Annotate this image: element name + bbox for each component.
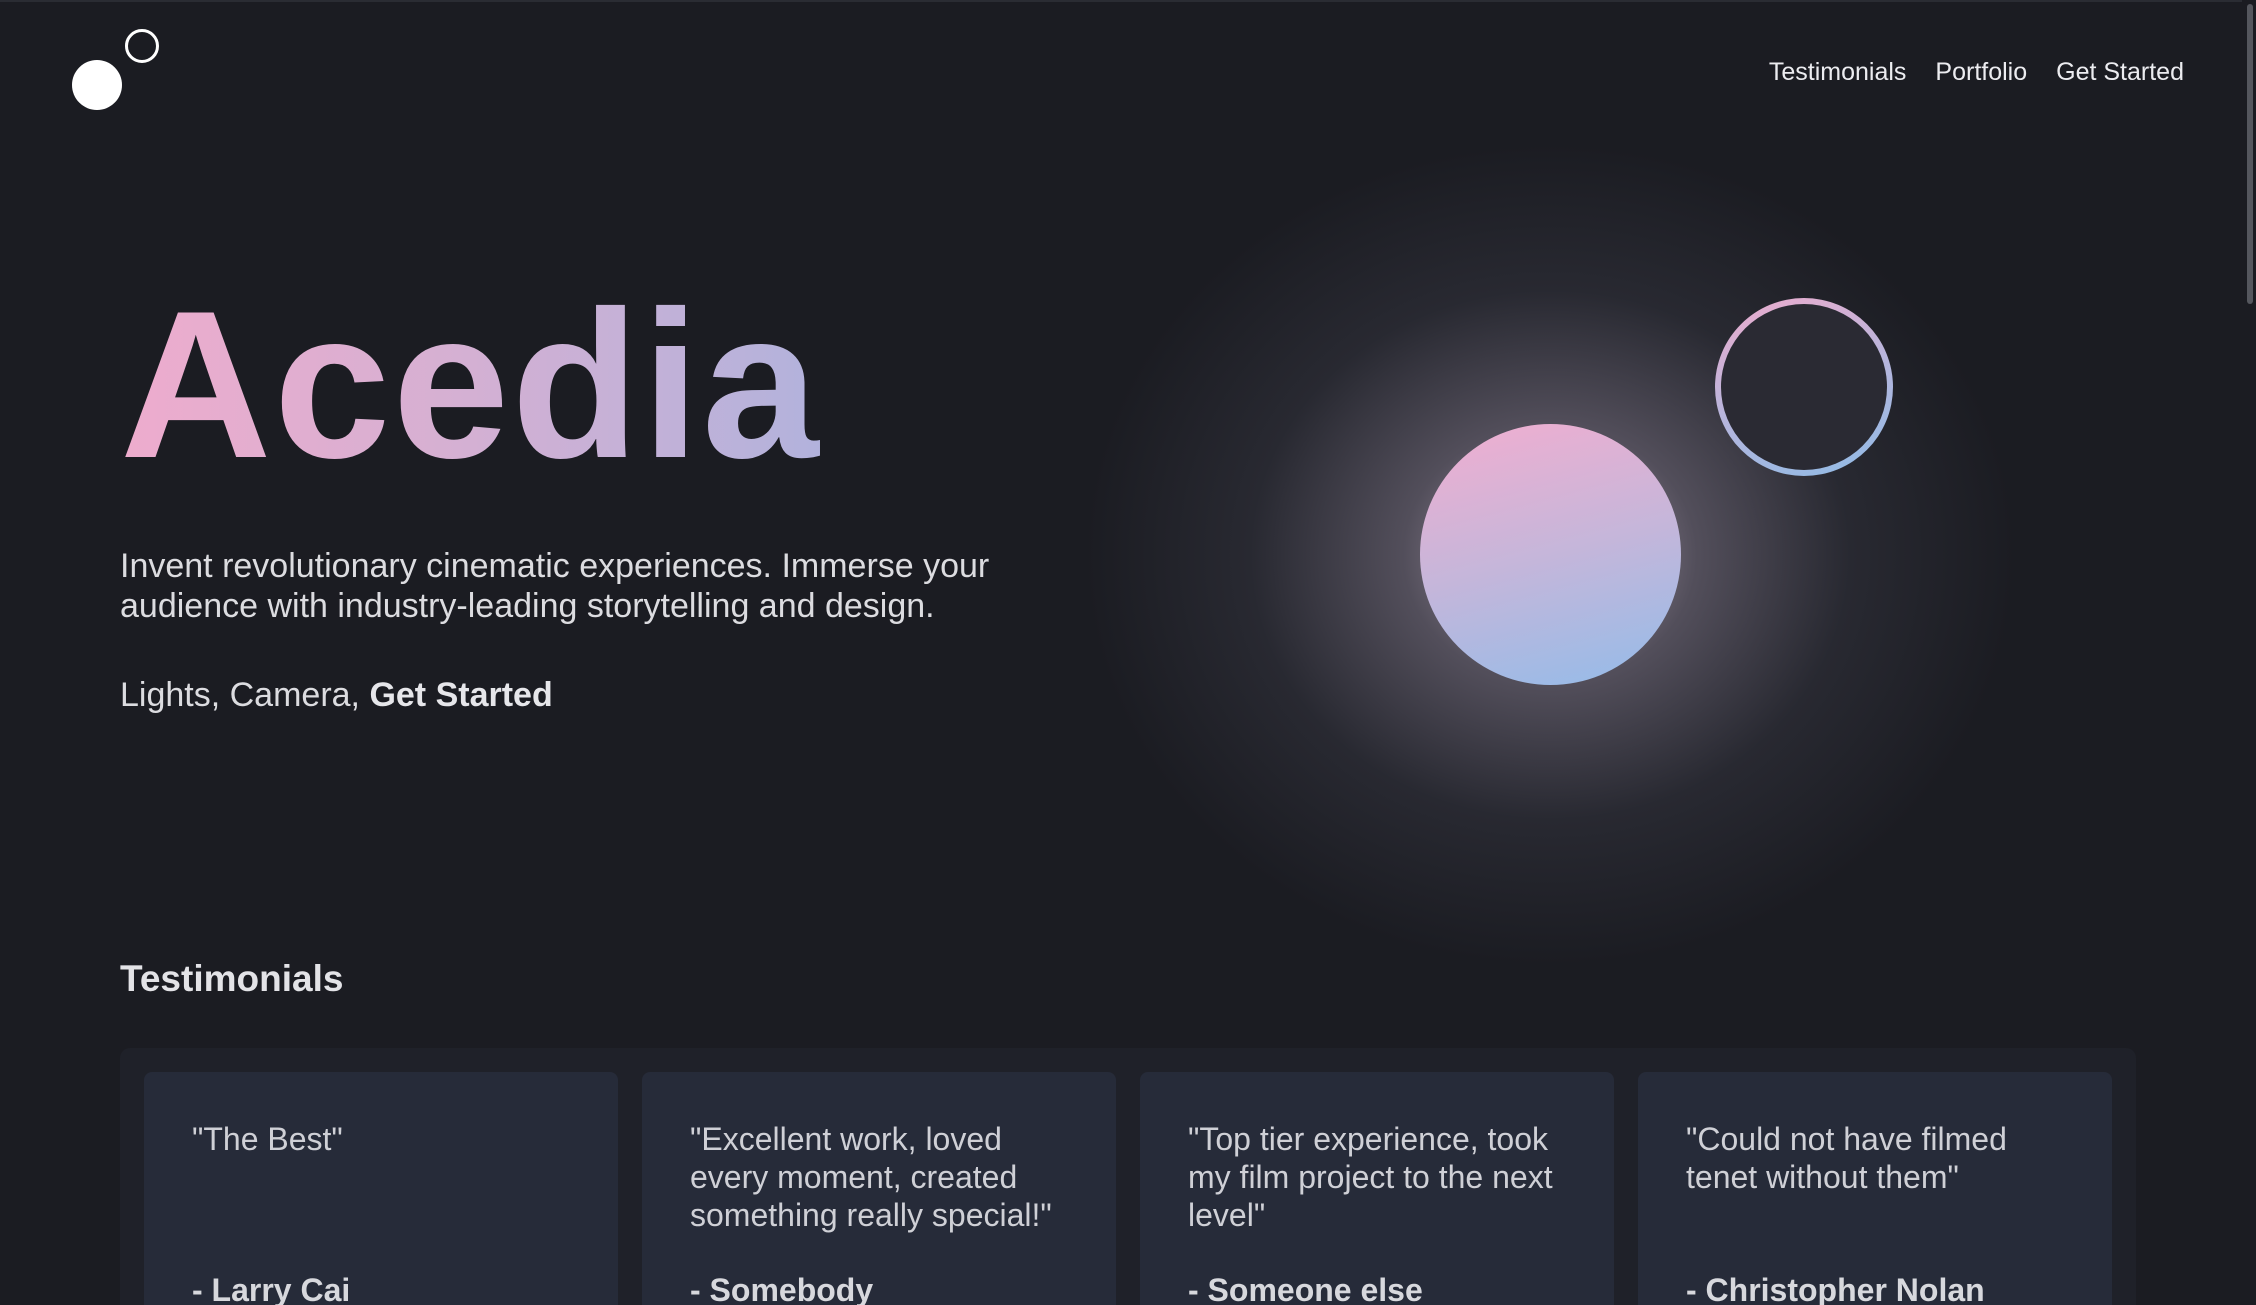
- gradient-orb: [1420, 424, 1681, 685]
- testimonial-card: "Could not have filmed tenet without the…: [1638, 1072, 2112, 1305]
- scrollbar[interactable]: [2242, 0, 2256, 1305]
- testimonial-author: - Someone else: [1188, 1272, 1423, 1305]
- testimonial-quote: "Top tier experience, took my film proje…: [1188, 1121, 1553, 1233]
- nav-link-get-started[interactable]: Get Started: [2056, 58, 2184, 87]
- testimonial-quote: "Could not have filmed tenet without the…: [1686, 1121, 2007, 1195]
- logo-outline-circle-icon: [125, 29, 159, 63]
- nav-link-portfolio[interactable]: Portfolio: [1935, 58, 2027, 87]
- testimonial-quote: "The Best": [192, 1121, 343, 1157]
- testimonial-quote: "Excellent work, loved every moment, cre…: [690, 1121, 1052, 1233]
- logo[interactable]: [72, 28, 162, 110]
- hero-description: Invent revolutionary cinematic experienc…: [120, 547, 990, 625]
- testimonial-card: "The Best" - Larry Cai: [144, 1072, 618, 1305]
- gradient-ring: [1715, 298, 1893, 476]
- nav-link-testimonials[interactable]: Testimonials: [1769, 58, 1907, 87]
- cta-prefix: Lights, Camera,: [120, 676, 370, 714]
- testimonial-author: - Larry Cai: [192, 1272, 351, 1305]
- scrollbar-thumb[interactable]: [2247, 4, 2253, 304]
- hero-cta: Lights, Camera, Get Started: [120, 676, 553, 715]
- top-border: [0, 0, 2256, 2]
- top-nav: Testimonials Portfolio Get Started: [1769, 58, 2184, 87]
- testimonial-card: "Excellent work, loved every moment, cre…: [642, 1072, 1116, 1305]
- testimonial-author: - Somebody: [690, 1272, 874, 1305]
- testimonials-heading: Testimonials: [120, 958, 344, 999]
- hero-title: Acedia: [120, 267, 821, 502]
- testimonial-author: - Christopher Nolan: [1686, 1272, 1985, 1305]
- testimonial-card: "Top tier experience, took my film proje…: [1140, 1072, 1614, 1305]
- cta-get-started-link[interactable]: Get Started: [369, 676, 552, 714]
- logo-filled-circle-icon: [72, 60, 122, 110]
